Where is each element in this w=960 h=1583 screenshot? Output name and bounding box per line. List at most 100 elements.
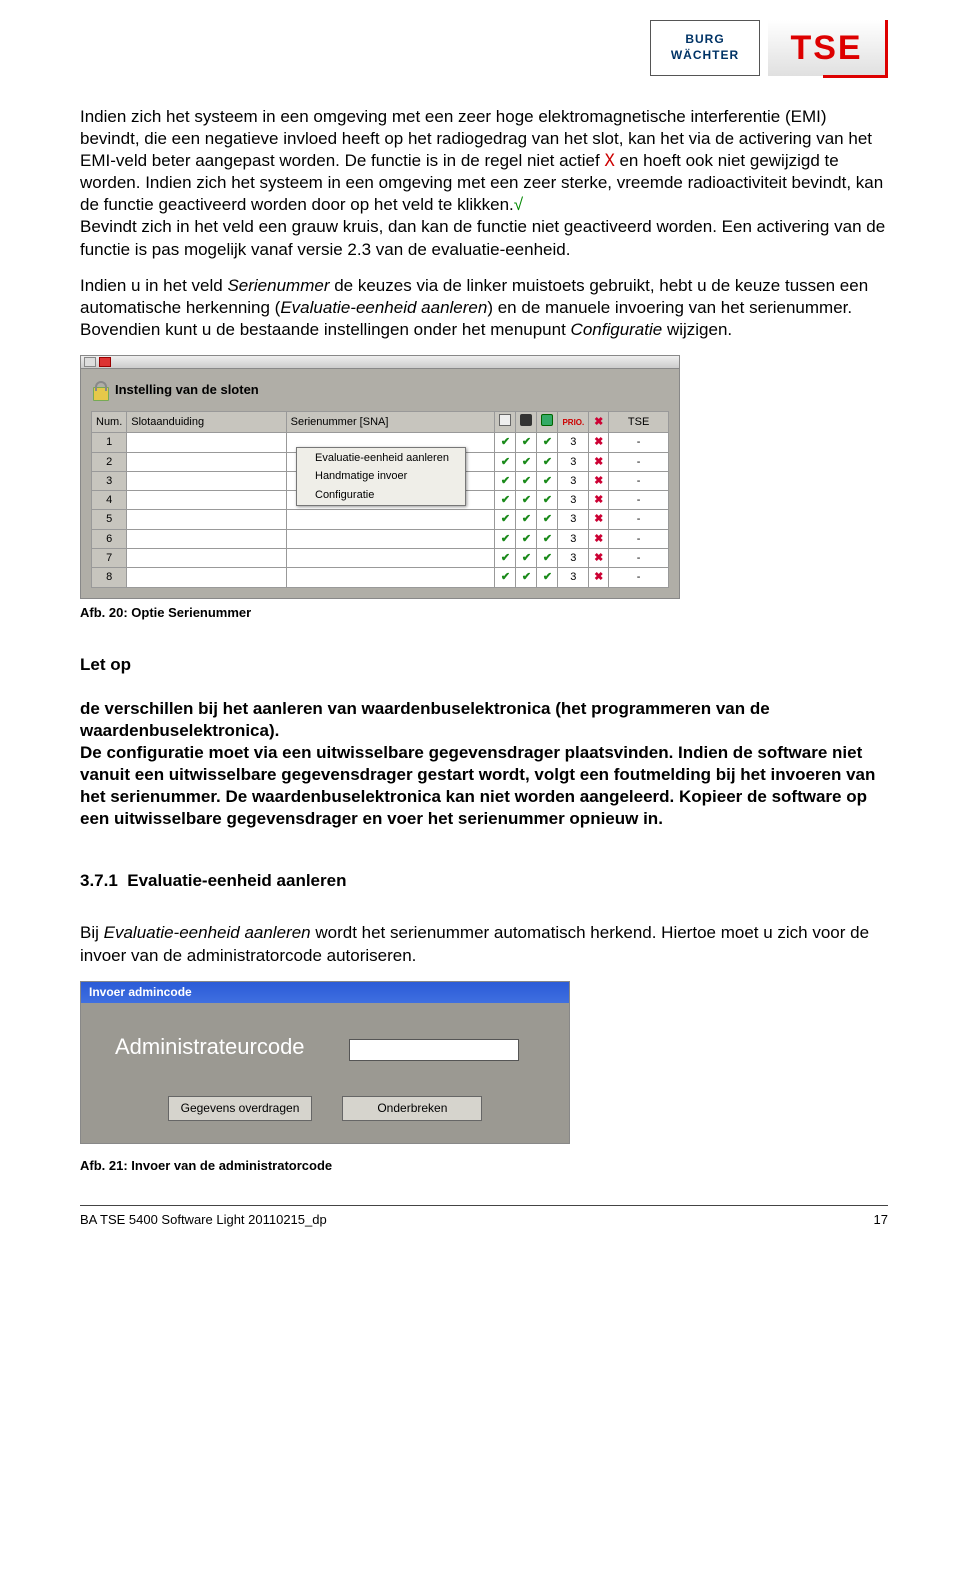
cell-check-1: ✔ — [495, 433, 516, 452]
cell-check-3: ✔ — [537, 433, 558, 452]
footer-page-number: 17 — [874, 1212, 888, 1229]
cell-tse: - — [609, 549, 669, 568]
cell-check-3: ✔ — [537, 471, 558, 490]
cell-check-3: ✔ — [537, 510, 558, 529]
cell-prio: 3 — [558, 529, 589, 548]
para2-text-d: wijzigen. — [662, 320, 732, 339]
cell-check-1: ✔ — [495, 471, 516, 490]
cell-check-3: ✔ — [537, 491, 558, 510]
cell-tse: - — [609, 471, 669, 490]
caption-afb-20: Afb. 20: Optie Serienummer — [80, 605, 888, 622]
col-serienummer: Serienummer [SNA] — [286, 411, 495, 432]
screenshot-slot-settings: Instelling van de sloten Num. Slotaandui… — [80, 355, 680, 599]
cell-tse: - — [609, 510, 669, 529]
cell-x: ✖ — [589, 452, 609, 471]
options-icon — [499, 414, 511, 426]
table-row[interactable]: 5✔✔✔3✖- — [92, 510, 669, 529]
para2-italic-configuratie: Configuratie — [571, 320, 663, 339]
toolbar-close-button[interactable] — [99, 357, 111, 367]
cell-check-1: ✔ — [495, 510, 516, 529]
toolbar-button-1[interactable] — [84, 357, 96, 367]
col-prio: PRIO. — [558, 411, 589, 432]
cell-check-1: ✔ — [495, 491, 516, 510]
cell-tse: - — [609, 452, 669, 471]
section-heading-371: 3.7.1 Evaluatie-eenheid aanleren — [80, 870, 888, 892]
table-row[interactable]: 6✔✔✔3✖- — [92, 529, 669, 548]
onderbreken-button[interactable]: Onderbreken — [342, 1096, 482, 1122]
logo-text-wachter: WÄCHTER — [671, 48, 739, 64]
ctx-configuratie[interactable]: Configuratie — [297, 486, 465, 504]
admincode-label: Administrateurcode — [115, 1034, 305, 1059]
caption-afb-21: Afb. 21: Invoer van de administratorcode — [80, 1158, 888, 1175]
cell-slotaanduiding[interactable] — [127, 510, 286, 529]
x-icon: ✖ — [594, 416, 603, 428]
lock-icon — [91, 381, 109, 401]
section-number: 3.7.1 — [80, 871, 118, 890]
cell-check-2: ✔ — [516, 433, 537, 452]
row-num: 5 — [92, 510, 127, 529]
row-num: 2 — [92, 452, 127, 471]
row-num: 1 — [92, 433, 127, 452]
cell-slotaanduiding[interactable] — [127, 471, 286, 490]
col-stc-icon — [516, 411, 537, 432]
footer-doc-id: BA TSE 5400 Software Light 20110215_dp — [80, 1212, 327, 1229]
cell-slotaanduiding[interactable] — [127, 433, 286, 452]
cell-check-3: ✔ — [537, 549, 558, 568]
warning-block: Let op de verschillen bij het aanleren v… — [80, 632, 888, 831]
page-footer: BA TSE 5400 Software Light 20110215_dp 1… — [80, 1205, 888, 1229]
table-row[interactable]: 7✔✔✔3✖- — [92, 549, 669, 568]
cell-check-1: ✔ — [495, 452, 516, 471]
cell-tse: - — [609, 568, 669, 587]
red-x-symbol: X — [604, 151, 614, 171]
cell-check-1: ✔ — [495, 529, 516, 548]
header-logo-bar: BURG WÄCHTER TSE — [80, 20, 888, 76]
cell-check-3: ✔ — [537, 568, 558, 587]
para1-text-c: Bevindt zich in het veld een grauw kruis… — [80, 217, 885, 258]
cell-serienummer[interactable] — [286, 549, 495, 568]
cell-slotaanduiding[interactable] — [127, 529, 286, 548]
row-num: 3 — [92, 471, 127, 490]
ctx-handmatige-invoer[interactable]: Handmatige invoer — [297, 467, 465, 485]
tse-logo: TSE — [768, 20, 888, 76]
panel-title: Instelling van de sloten — [115, 382, 259, 399]
paragraph-1: Indien zich het systeem in een omgeving … — [80, 106, 888, 261]
cell-slotaanduiding[interactable] — [127, 549, 286, 568]
table-row[interactable]: 8✔✔✔3✖- — [92, 568, 669, 587]
burg-wachter-logo: BURG WÄCHTER — [650, 20, 760, 76]
cell-prio: 3 — [558, 433, 589, 452]
cell-slotaanduiding[interactable] — [127, 491, 286, 510]
cell-serienummer[interactable] — [286, 529, 495, 548]
cell-tse: - — [609, 433, 669, 452]
cell-check-2: ✔ — [516, 529, 537, 548]
col-opt-icon — [495, 411, 516, 432]
ctx-evaluatie-aanleren[interactable]: Evaluatie-eenheid aanleren — [297, 449, 465, 467]
para2-italic-evaluatie: Evaluatie-eenheid aanleren — [280, 298, 487, 317]
cell-prio: 3 — [558, 549, 589, 568]
cell-check-2: ✔ — [516, 510, 537, 529]
cell-tse: - — [609, 491, 669, 510]
green-check-symbol: √ — [514, 195, 523, 214]
row-num: 4 — [92, 491, 127, 510]
cell-serienummer[interactable] — [286, 568, 495, 587]
cell-check-3: ✔ — [537, 452, 558, 471]
warning-text: de verschillen bij het aanleren van waar… — [80, 699, 875, 828]
logo-text-tse: TSE — [790, 26, 862, 70]
cell-slotaanduiding[interactable] — [127, 568, 286, 587]
cell-slotaanduiding[interactable] — [127, 452, 286, 471]
col-tse: TSE — [609, 411, 669, 432]
prio-label: PRIO. — [562, 418, 584, 427]
cell-check-1: ✔ — [495, 549, 516, 568]
admincode-input[interactable] — [349, 1039, 519, 1061]
para2-italic-serienummer: Serienummer — [227, 276, 329, 295]
cell-prio: 3 — [558, 491, 589, 510]
cell-check-2: ✔ — [516, 549, 537, 568]
row-num: 8 — [92, 568, 127, 587]
cell-serienummer[interactable] — [286, 510, 495, 529]
cell-x: ✖ — [589, 568, 609, 587]
row-num: 6 — [92, 529, 127, 548]
gegevens-overdragen-button[interactable]: Gegevens overdragen — [168, 1096, 313, 1122]
cell-x: ✖ — [589, 510, 609, 529]
cell-tse: - — [609, 529, 669, 548]
logo-text-burg: BURG — [685, 32, 724, 48]
col-x-icon: ✖ — [589, 411, 609, 432]
